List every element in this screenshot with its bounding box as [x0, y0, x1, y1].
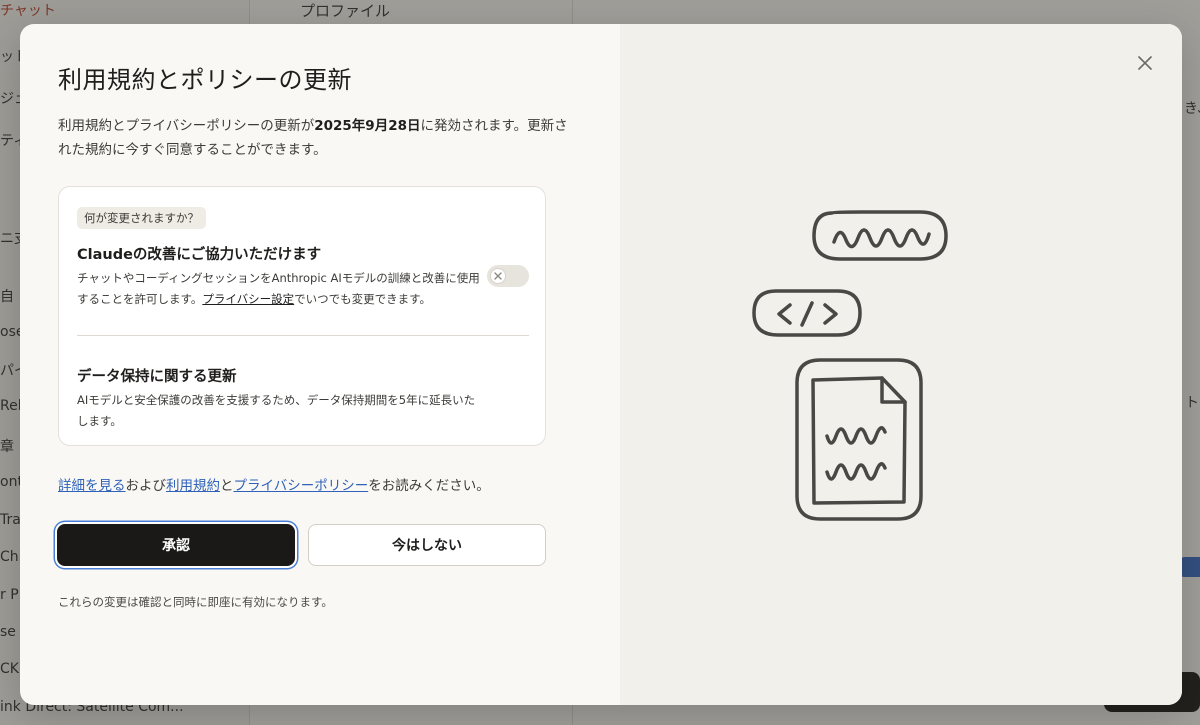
intro-text: 利用規約とプライバシーポリシーの更新が	[58, 118, 315, 134]
links-suffix-text: をお読みください。	[368, 478, 490, 494]
x-icon	[490, 268, 506, 284]
privacy-settings-link[interactable]: プライバシー設定	[202, 292, 294, 306]
data-retention-title: データ保持に関する更新	[77, 369, 237, 385]
changes-badge: 何が変更されますか？	[77, 207, 206, 229]
chat-bubble-scribble-icon	[812, 210, 948, 261]
card-divider	[77, 335, 529, 336]
improve-claude-desc: チャットやコーディングセッションをAnthropic AIモデルの訓練と改善に使…	[77, 268, 487, 310]
model-training-toggle[interactable]	[487, 265, 529, 287]
document-icon	[795, 358, 923, 521]
terms-link[interactable]: 利用規約	[166, 478, 220, 494]
close-icon	[1138, 56, 1152, 70]
dialog-intro: 利用規約とプライバシーポリシーの更新が2025年9月28日に発効されます。更新さ…	[58, 114, 568, 162]
links-and-text: および	[125, 478, 167, 494]
improve-claude-desc-suffix: でいつでも変更できます。	[294, 292, 431, 306]
terms-update-dialog: 利用規約とポリシーの更新 利用規約とプライバシーポリシーの更新が2025年9月2…	[20, 24, 1182, 705]
dialog-footnote: これらの変更は確認と同時に即座に有効になります。	[58, 595, 333, 609]
accept-button[interactable]: 承認	[57, 524, 295, 566]
learn-more-link[interactable]: 詳細を見る	[58, 478, 126, 494]
effective-date: 2025年9月28日	[314, 118, 421, 134]
data-retention-desc: AIモデルと安全保護の改善を支援するため、データ保持期間を5年に延長いたします。	[77, 393, 476, 428]
code-tag-icon	[752, 289, 862, 337]
policy-links: 詳細を見るおよび利用規約とプライバシーポリシーをお読みください。	[58, 474, 490, 494]
privacy-policy-link[interactable]: プライバシーポリシー	[234, 478, 369, 494]
changes-card: 何が変更されますか？ Claudeの改善にご協力いただけます チャットやコーディ…	[58, 186, 546, 446]
not-now-button[interactable]: 今はしない	[308, 524, 546, 566]
dialog-content: 利用規約とポリシーの更新 利用規約とプライバシーポリシーの更新が2025年9月2…	[20, 24, 620, 705]
illustration-panel	[620, 24, 1182, 705]
close-button[interactable]	[1132, 50, 1158, 76]
document-illustration	[752, 210, 948, 521]
dialog-title: 利用規約とポリシーの更新	[58, 66, 352, 94]
improve-claude-title: Claudeの改善にご協力いただけます	[77, 247, 322, 263]
links-and-text: と	[220, 478, 234, 494]
